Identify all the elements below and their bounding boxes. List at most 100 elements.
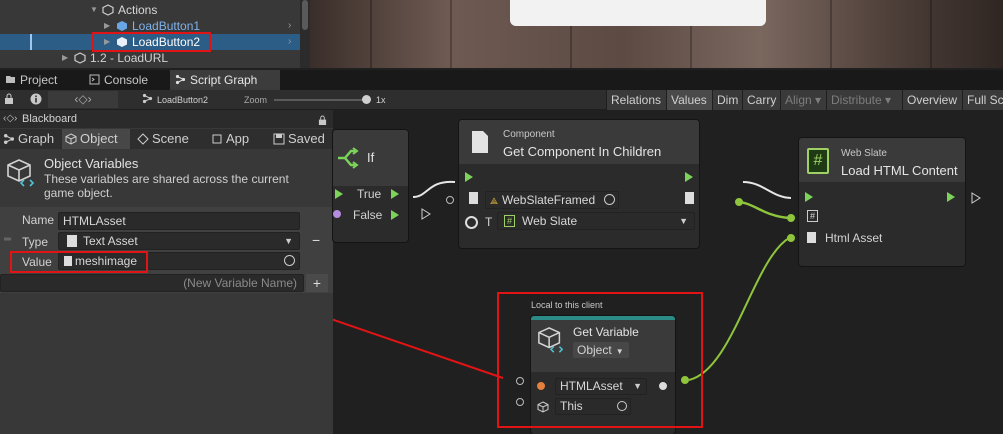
info-icon[interactable] — [30, 93, 42, 105]
flow-output-arrow — [971, 192, 981, 204]
flow-output-port[interactable] — [947, 192, 955, 202]
scene-view[interactable] — [310, 0, 1003, 68]
distribute-dropdown[interactable]: Distribute ▾ — [826, 90, 902, 110]
blackboard-header: ‹◇› Blackboard — [0, 110, 333, 128]
target-value: WebSlateFramed — [502, 193, 596, 207]
tab-graph[interactable]: Graph — [0, 129, 62, 149]
hierarchy-panel: ▼ Actions ▶ LoadButton1 › ▶ LoadButton2 … — [0, 0, 310, 68]
hierarchy-item-loadurl[interactable]: ▶ 1.2 - LoadURL — [0, 50, 300, 66]
lock-icon[interactable] — [4, 93, 14, 105]
hierarchy-item-actions[interactable]: ▼ Actions — [0, 2, 300, 18]
remove-variable-button[interactable]: − — [312, 232, 320, 248]
graph-icon: ‹◇› — [3, 113, 18, 124]
relations-button[interactable]: Relations — [606, 90, 666, 110]
hierarchy-label: 1.2 - LoadURL — [90, 51, 169, 65]
zoom-slider-handle[interactable] — [362, 95, 371, 104]
tab-label: Graph — [18, 131, 55, 146]
web-slate-input-port[interactable] — [787, 214, 795, 222]
flow-input-port[interactable] — [465, 172, 473, 182]
tab-scene[interactable]: Scene — [134, 129, 194, 149]
document-icon — [472, 131, 488, 153]
blackboard-panel: ‹◇› Blackboard Graph Object Scene App Sa… — [0, 110, 333, 434]
tab-saved[interactable]: Saved — [270, 129, 330, 149]
drag-handle-icon[interactable]: ═ — [4, 234, 11, 245]
values-button[interactable]: Values — [666, 90, 712, 110]
tab-label: App — [226, 131, 250, 146]
align-dropdown[interactable]: Align ▾ — [780, 90, 826, 110]
target-port[interactable] — [446, 196, 454, 204]
cube-icon — [65, 133, 77, 145]
tab-label: Object — [80, 131, 118, 146]
variable-name-field[interactable]: HTMLAsset — [58, 212, 300, 230]
full-screen-button[interactable]: Full Sc — [962, 90, 1003, 110]
collapse-arrow-icon[interactable]: ▶ — [62, 50, 68, 66]
document-icon — [685, 192, 694, 204]
object-picker-icon[interactable] — [604, 194, 615, 205]
tab-label: Saved — [288, 131, 325, 146]
tab-script-graph[interactable]: Script Graph — [170, 70, 280, 90]
selection-indicator — [30, 34, 32, 50]
new-variable-name-input[interactable]: (New Variable Name) — [0, 274, 304, 292]
node-title: Load HTML Content — [841, 163, 958, 178]
tab-project[interactable]: Project — [0, 70, 84, 90]
expand-arrow-icon[interactable]: ▼ — [90, 2, 98, 18]
type-label: Type — [22, 235, 49, 249]
name-label: Name — [22, 213, 55, 227]
type-dropdown[interactable]: # Web Slate ▼ — [497, 212, 695, 230]
type-value: Text Asset — [83, 234, 138, 248]
graph-icon — [3, 133, 15, 145]
variable-type-dropdown[interactable]: Text Asset ▼ — [58, 232, 300, 250]
component-output-port[interactable] — [735, 198, 743, 206]
graph-icon — [142, 93, 154, 105]
document-icon — [469, 192, 478, 204]
hash-icon: # — [807, 210, 818, 222]
tab-app[interactable]: App — [208, 129, 258, 149]
add-variable-button[interactable]: + — [306, 274, 328, 292]
graph-nav-button[interactable]: ‹◇› — [48, 91, 118, 108]
flow-output-port[interactable] — [685, 172, 693, 182]
gameobject-icon — [102, 4, 114, 16]
dim-button[interactable]: Dim — [712, 90, 742, 110]
highlight-box — [497, 292, 703, 428]
tab-console[interactable]: Console — [84, 70, 166, 90]
node-header: Component Get Component In Children — [459, 120, 699, 164]
zoom-value: 1x — [376, 95, 386, 105]
graph-canvas[interactable]: If True False Component Get Component In… — [333, 110, 1003, 434]
zoom-label: Zoom — [244, 95, 268, 105]
text-asset-icon — [807, 232, 816, 243]
tab-object[interactable]: Object — [62, 129, 130, 149]
load-html-content-node[interactable]: # Web Slate Load HTML Content # Html Ass… — [799, 138, 965, 266]
object-variables-icon — [7, 159, 35, 187]
tab-label: Console — [104, 73, 149, 87]
overview-button[interactable]: Overview — [902, 90, 962, 110]
chevron-right-icon[interactable]: › — [288, 34, 291, 50]
target-field[interactable]: ⟁ WebSlateFramed — [485, 191, 619, 209]
scrollbar-thumb[interactable] — [302, 0, 308, 30]
node-title: Get Component In Children — [503, 144, 662, 159]
chevron-right-icon[interactable]: › — [288, 18, 291, 34]
blackboard-tabs: Graph Object Scene App Saved — [0, 129, 333, 149]
html-asset-input-port[interactable] — [787, 234, 795, 242]
prefab-cube-icon — [117, 21, 127, 31]
web-slate-preview — [510, 0, 766, 26]
node-header: # Web Slate Load HTML Content — [799, 138, 965, 182]
dropdown-arrow-icon: ▼ — [679, 216, 688, 226]
breadcrumb[interactable]: LoadButton2 — [157, 90, 208, 110]
section-description: These variables are shared across the cu… — [44, 172, 289, 200]
object-picker-icon[interactable] — [284, 255, 295, 266]
hierarchy-scrollbar[interactable] — [300, 0, 310, 68]
graph-icon — [175, 74, 186, 85]
text-asset-icon — [67, 235, 77, 247]
zoom-slider-track[interactable] — [274, 99, 364, 101]
highlight-box — [10, 251, 148, 273]
type-port[interactable] — [465, 216, 478, 229]
lock-icon[interactable] — [318, 114, 327, 125]
flow-input-port[interactable] — [805, 192, 813, 202]
save-icon — [273, 133, 285, 145]
get-component-node[interactable]: Component Get Component In Children ⟁ We… — [459, 120, 699, 248]
blackboard-title: Blackboard — [22, 113, 78, 125]
section-title: Object Variables — [44, 156, 139, 171]
carry-button[interactable]: Carry — [742, 90, 780, 110]
tab-label: Scene — [152, 131, 189, 146]
tab-label: Script Graph — [190, 73, 258, 87]
